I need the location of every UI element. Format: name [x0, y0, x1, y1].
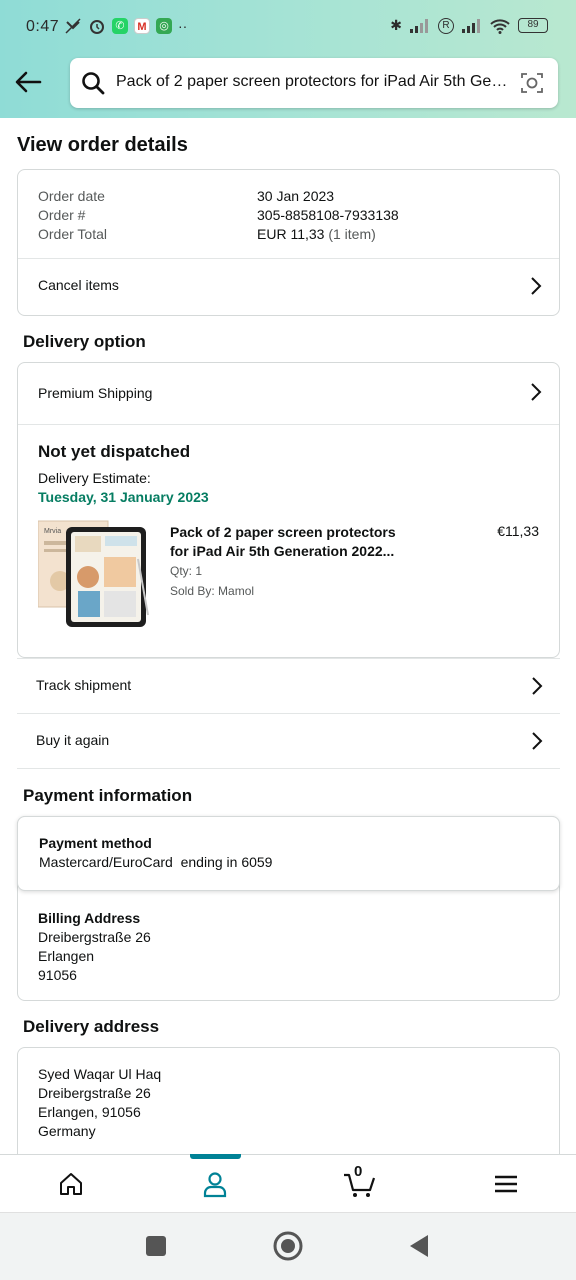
- delivery-option-title: Delivery option: [23, 332, 146, 351]
- payment-method-value: Mastercard/EuroCard ending in 6059: [39, 854, 273, 870]
- wifi-icon: [490, 18, 510, 34]
- search-bar[interactable]: Pack of 2 paper screen protectors for iP…: [70, 58, 558, 108]
- order-date-label: Order date: [38, 188, 105, 204]
- payment-method-box[interactable]: Payment method Mastercard/EuroCard endin…: [17, 816, 560, 891]
- signal-icon: [410, 18, 428, 33]
- chevron-right-icon: [531, 383, 542, 401]
- order-number-label: Order #: [38, 207, 86, 223]
- product-price: €11,33: [497, 523, 539, 539]
- search-input[interactable]: Pack of 2 paper screen protectors for iP…: [116, 73, 508, 91]
- signal-icon-2: [462, 18, 480, 33]
- home-icon[interactable]: [56, 1169, 86, 1199]
- delivery-address-line1: Dreibergstraße 26: [38, 1085, 151, 1101]
- bluetooth-icon: ✱: [390, 17, 402, 33]
- alarm-icon: [90, 20, 104, 34]
- page-title: View order details: [17, 134, 188, 156]
- svg-text:Mrvia: Mrvia: [44, 528, 61, 535]
- chevron-right-icon: [532, 732, 543, 750]
- order-date-value: 30 Jan 2023: [257, 188, 335, 204]
- buy-again-label: Buy it again: [36, 732, 110, 748]
- billing-address-line1: Dreibergstraße 26: [38, 929, 151, 945]
- product-title-line2: for iPad Air 5th Generation 2022...: [170, 543, 395, 559]
- cancel-items-label: Cancel items: [38, 277, 119, 293]
- system-icons: ✱ R 89: [390, 17, 548, 34]
- delivery-address-country: Germany: [38, 1123, 96, 1139]
- shipping-method-label: Premium Shipping: [38, 385, 153, 401]
- product-title-link[interactable]: Pack of 2 paper screen protectors for iP…: [170, 523, 430, 561]
- menu-icon[interactable]: [491, 1169, 521, 1199]
- notification-icons: ✆ M ◎ ··: [64, 17, 187, 35]
- system-navigation-bar: [0, 1212, 576, 1280]
- product-image[interactable]: Mrvia: [38, 519, 150, 629]
- app-notification-icon: ◎: [156, 18, 172, 34]
- missed-call-icon: [65, 18, 81, 34]
- order-total-items: (1 item): [328, 226, 376, 242]
- payment-info-title: Payment information: [23, 786, 193, 805]
- billing-address-line2: Erlangen: [38, 948, 95, 964]
- order-number-value: 305-8858108-7933138: [257, 207, 399, 223]
- more-notifications-icon: ··: [178, 18, 188, 34]
- roaming-icon: R: [438, 17, 454, 34]
- shipment-status: Not yet dispatched: [38, 442, 191, 461]
- back-button-icon[interactable]: [406, 1233, 430, 1259]
- whatsapp-icon: ✆: [112, 18, 128, 34]
- track-shipment-row[interactable]: Track shipment: [17, 658, 560, 713]
- delivery-address-title: Delivery address: [23, 1017, 160, 1036]
- delivery-estimate-date: Tuesday, 31 January 2023: [38, 489, 209, 505]
- payment-method-label: Payment method: [39, 835, 152, 851]
- cart-count: 0: [354, 1163, 363, 1180]
- shipment-block: Not yet dispatched Delivery Estimate: Tu…: [18, 425, 559, 657]
- billing-address-label: Billing Address: [38, 910, 141, 926]
- chevron-right-icon: [532, 677, 543, 695]
- billing-address-line3: 91056: [38, 967, 77, 983]
- track-shipment-label: Track shipment: [36, 677, 132, 693]
- order-summary-card: Order date 30 Jan 2023 Order # 305-88581…: [17, 169, 560, 316]
- cancel-items-row[interactable]: Cancel items: [18, 259, 559, 315]
- search-icon: [82, 72, 105, 95]
- bottom-nav: 0: [0, 1154, 576, 1212]
- home-button-icon[interactable]: [272, 1230, 304, 1262]
- delivery-address-line2: Erlangen, 91056: [38, 1104, 141, 1120]
- camera-search-icon[interactable]: [520, 71, 544, 95]
- back-arrow-icon[interactable]: [12, 66, 44, 98]
- recipient-name: Syed Waqar Ul Haq: [38, 1066, 162, 1082]
- account-icon[interactable]: [200, 1169, 230, 1199]
- product-quantity: Qty: 1: [170, 564, 203, 578]
- order-total-label: Order Total: [38, 226, 107, 242]
- order-total-amount: EUR 11,33: [257, 226, 325, 242]
- delivery-estimate-label: Delivery Estimate:: [38, 470, 151, 486]
- gmail-icon: M: [134, 18, 150, 34]
- product-seller: Sold By: Mamol: [170, 584, 255, 598]
- delivery-option-card: Premium Shipping Not yet dispatched Deli…: [17, 362, 560, 658]
- cart-button[interactable]: 0: [342, 1163, 378, 1199]
- product-title-line1: Pack of 2 paper screen protectors: [170, 524, 396, 540]
- status-bar: 0:47 ✆ M ◎ ·· ✱ R 89: [0, 0, 576, 56]
- payment-card: Payment method Mastercard/EuroCard endin…: [17, 816, 560, 1001]
- order-total-value: EUR 11,33 (1 item): [257, 226, 376, 242]
- status-time: 0:47: [26, 18, 60, 35]
- recent-apps-icon[interactable]: [144, 1234, 168, 1258]
- buy-again-row[interactable]: Buy it again: [17, 713, 560, 769]
- app-header: 0:47 ✆ M ◎ ·· ✱ R 89 Pack of 2 paper scr…: [0, 0, 576, 118]
- battery-icon: 89: [518, 18, 548, 33]
- shipping-method-row[interactable]: Premium Shipping: [18, 363, 559, 424]
- active-tab-indicator: [190, 1154, 241, 1159]
- chevron-right-icon: [531, 277, 542, 295]
